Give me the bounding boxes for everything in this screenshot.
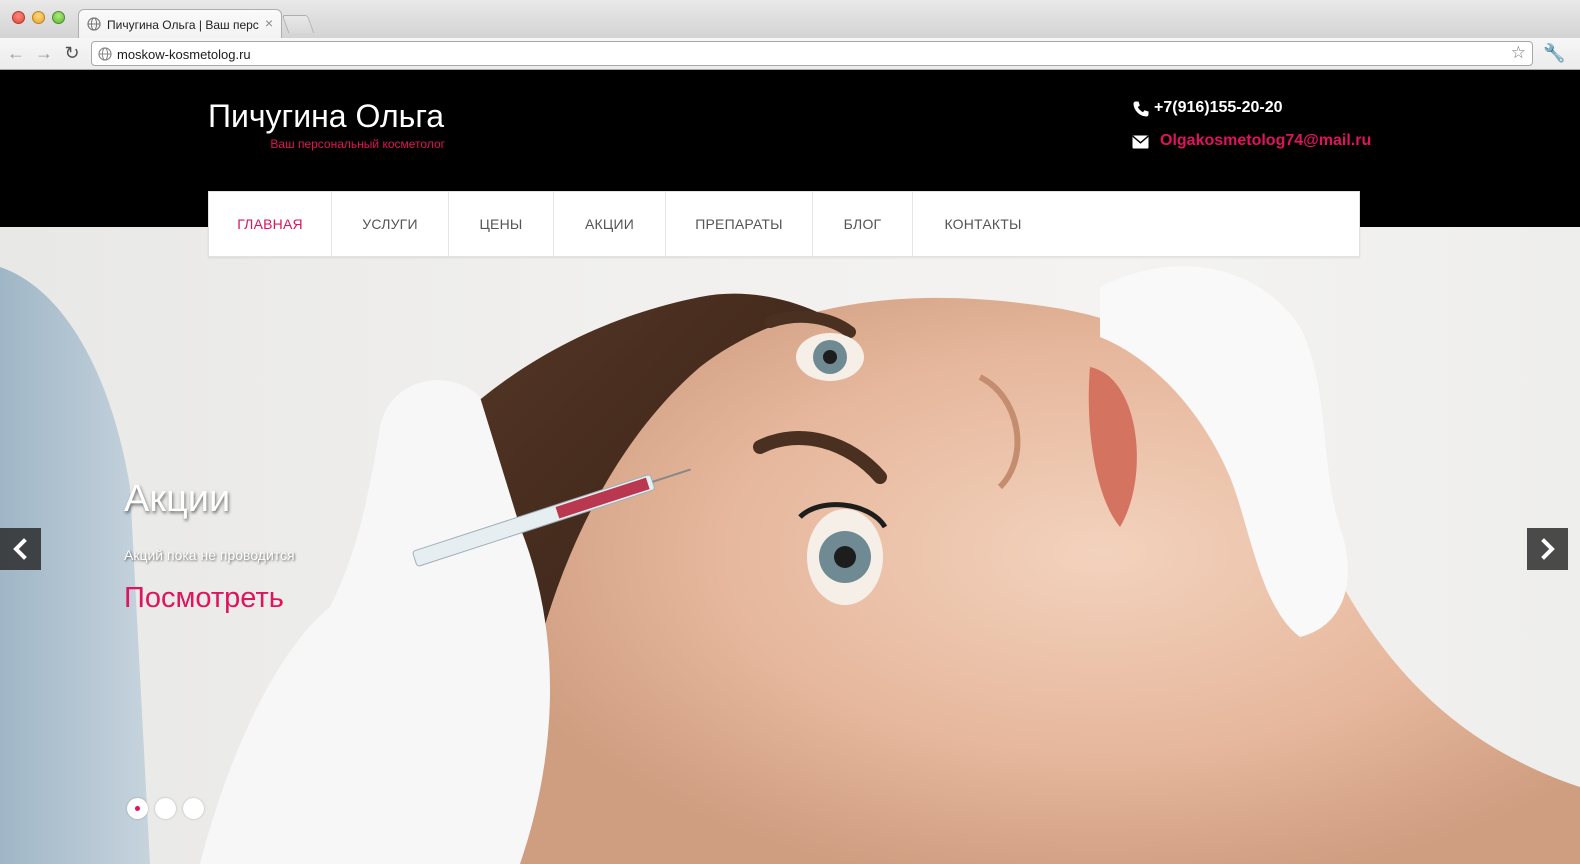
browser-toolbar: ← → ↻ moskow-kosmetolog.ru ☆ 🔧 <box>0 38 1580 70</box>
globe-icon <box>87 17 101 31</box>
slider-dot-1[interactable] <box>127 798 148 819</box>
hero-photo <box>0 266 1580 864</box>
hero-slider: Акции Акций пока не проводится Посмотрет… <box>0 227 1580 864</box>
chevron-right-icon <box>1541 538 1555 560</box>
envelope-icon <box>1132 135 1149 149</box>
phone-icon <box>1133 101 1149 117</box>
slide-view-link[interactable]: Посмотреть <box>124 582 284 615</box>
nav-item-products[interactable]: ПРЕПАРАТЫ <box>666 192 813 256</box>
forward-button[interactable]: → <box>34 42 54 64</box>
nav-item-home[interactable]: ГЛАВНАЯ <box>209 192 332 256</box>
slider-next-button[interactable] <box>1527 528 1568 570</box>
address-bar[interactable]: moskow-kosmetolog.ru ☆ <box>91 41 1533 66</box>
reload-button[interactable]: ↻ <box>62 42 82 64</box>
url-text[interactable]: moskow-kosmetolog.ru <box>117 47 251 62</box>
slide-text: Акций пока не проводится <box>124 547 295 563</box>
close-window-button[interactable] <box>12 11 25 24</box>
nav-item-contacts[interactable]: КОНТАКТЫ <box>913 192 1053 256</box>
slider-dot-2[interactable] <box>155 798 176 819</box>
minimize-window-button[interactable] <box>32 11 45 24</box>
slider-dot-3[interactable] <box>183 798 204 819</box>
site-name[interactable]: Пичугина Ольга <box>208 98 444 135</box>
browser-tab[interactable]: Пичугина Ольга | Ваш персо × <box>78 9 282 39</box>
web-page: Пичугина Ольга Ваш персональный косметол… <box>0 70 1580 864</box>
site-tagline: Ваш персональный косметолог <box>270 137 445 151</box>
browser-titlebar: Пичугина Ольга | Ваш персо × <box>0 0 1580 39</box>
back-button[interactable]: ← <box>6 42 26 64</box>
email-link[interactable]: Olgakosmetolog74@mail.ru <box>1160 132 1371 150</box>
slider-prev-button[interactable] <box>0 528 41 570</box>
nav-item-blog[interactable]: БЛОГ <box>813 192 913 256</box>
new-tab-button[interactable] <box>281 15 315 33</box>
star-icon[interactable]: ☆ <box>1511 43 1526 63</box>
chevron-left-icon <box>13 538 27 560</box>
phone-number[interactable]: +7(916)155-20-20 <box>1154 99 1283 117</box>
nav-item-services[interactable]: УСЛУГИ <box>332 192 449 256</box>
slide-title: Акции <box>124 478 231 520</box>
zoom-window-button[interactable] <box>52 11 65 24</box>
main-nav: ГЛАВНАЯ УСЛУГИ ЦЕНЫ АКЦИИ ПРЕПАРАТЫ БЛОГ… <box>208 191 1360 257</box>
globe-icon <box>98 47 112 61</box>
wrench-icon[interactable]: 🔧 <box>1543 43 1565 64</box>
nav-item-promotions[interactable]: АКЦИИ <box>554 192 666 256</box>
tab-title: Пичугина Ольга | Ваш персо <box>107 18 259 32</box>
nav-item-prices[interactable]: ЦЕНЫ <box>449 192 554 256</box>
tab-close-icon[interactable]: × <box>265 15 273 31</box>
